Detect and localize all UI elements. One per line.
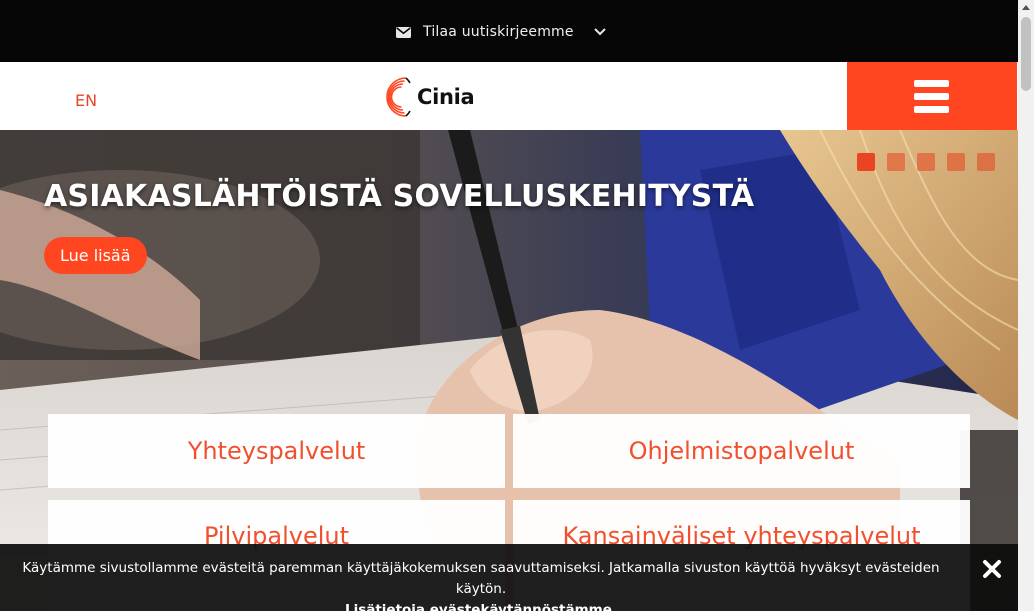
- close-icon[interactable]: [981, 558, 1003, 580]
- newsletter-dropdown[interactable]: Tilaa uutiskirjeemme: [396, 22, 606, 42]
- slide-dot-4[interactable]: [947, 153, 965, 171]
- slide-dot-5[interactable]: [977, 153, 995, 171]
- hero-title: ASIAKASLÄHTÖISTÄ SOVELLUSKEHITYSTÄ: [44, 179, 755, 214]
- mail-icon: [396, 26, 411, 38]
- cinia-logo-mark: [386, 77, 411, 117]
- cinia-logo[interactable]: Cinia: [372, 68, 475, 126]
- logo-text: Cinia: [417, 85, 475, 109]
- site-header: EN Cinia: [0, 62, 1018, 130]
- cookie-policy-link[interactable]: Lisätietoja evästekäytännöstämme.: [16, 600, 946, 611]
- slide-dot-3[interactable]: [917, 153, 935, 171]
- slide-dot-2[interactable]: [887, 153, 905, 171]
- service-tile-yhteyspalvelut[interactable]: Yhteyspalvelut: [48, 414, 505, 488]
- slider-pagination: [857, 153, 1007, 171]
- newsletter-label: Tilaa uutiskirjeemme: [423, 24, 574, 40]
- scrollbar-thumb[interactable]: [1021, 17, 1031, 91]
- page-scrollbar[interactable]: [1018, 0, 1034, 611]
- cookie-message: Käytämme sivustollamme evästeitä paremma…: [22, 560, 940, 597]
- top-bar: Tilaa uutiskirjeemme: [0, 0, 1018, 62]
- hamburger-menu-icon-line: [914, 106, 949, 113]
- cookie-text: Käytämme sivustollamme evästeitä paremma…: [16, 558, 946, 611]
- slide-dot-1[interactable]: [857, 153, 875, 171]
- menu-button[interactable]: [847, 62, 1017, 130]
- hamburger-menu-icon-line: [914, 93, 949, 100]
- hero-slider: ASIAKASLÄHTÖISTÄ SOVELLUSKEHITYSTÄ Lue l…: [0, 130, 1018, 611]
- cookie-banner: Käytämme sivustollamme evästeitä paremma…: [0, 544, 1018, 611]
- chevron-down-icon: [593, 28, 606, 36]
- read-more-button[interactable]: Lue lisää: [44, 237, 147, 274]
- language-switch-link[interactable]: EN: [75, 91, 97, 110]
- hamburger-menu-icon: [914, 80, 949, 87]
- scroll-up-icon[interactable]: [1022, 5, 1030, 10]
- service-tile-ohjelmistopalvelut[interactable]: Ohjelmistopalvelut: [513, 414, 970, 488]
